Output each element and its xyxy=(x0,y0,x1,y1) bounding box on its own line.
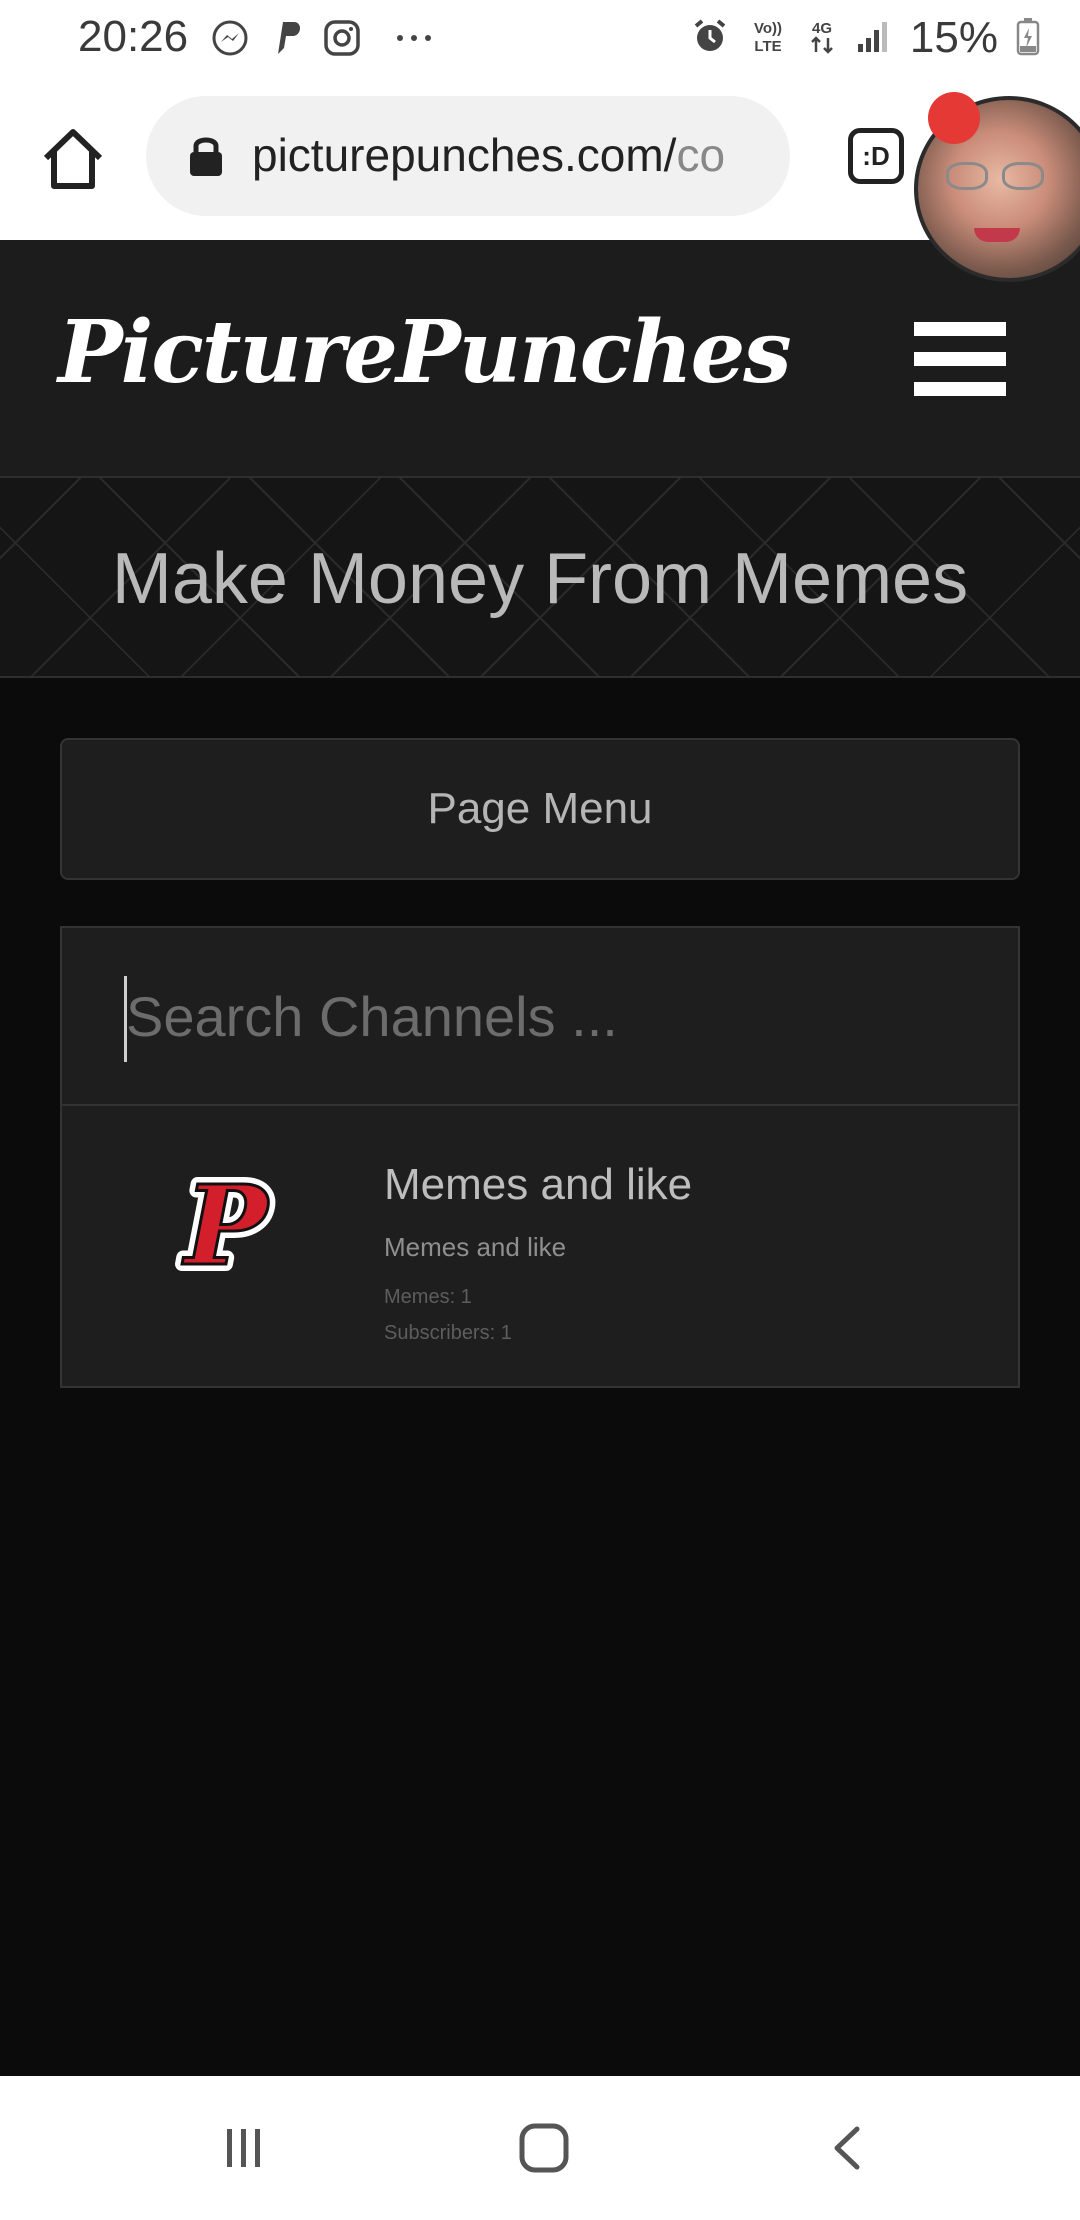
channel-title[interactable]: Memes and like xyxy=(384,1160,692,1210)
address-bar[interactable]: picturepunches.com/co xyxy=(146,96,790,216)
channel-subscribers-count: Subscribers: 1 xyxy=(384,1322,512,1344)
signal-icon xyxy=(856,16,892,61)
system-nav-bar xyxy=(0,2076,1080,2220)
home-icon[interactable] xyxy=(514,2118,574,2178)
status-bar: 20:26 Vo)) LTE 4G 15% xyxy=(0,0,1080,76)
instagram-icon xyxy=(322,18,362,58)
url-main: picturepunches.com/ xyxy=(252,129,677,181)
back-icon[interactable] xyxy=(818,2118,878,2178)
svg-text:P: P xyxy=(182,1172,271,1284)
svg-text:Vo)): Vo)) xyxy=(754,20,782,37)
browser-home-icon[interactable] xyxy=(38,124,108,194)
avatar-eye-left xyxy=(946,162,988,190)
notification-badge xyxy=(928,92,980,144)
battery-icon xyxy=(1016,16,1040,61)
channel-description: Memes and like xyxy=(384,1232,567,1262)
more-dots-icon xyxy=(392,18,436,58)
avatar-mouth xyxy=(974,228,1020,242)
alarm-icon xyxy=(690,16,730,61)
4g-icon: 4G xyxy=(806,16,838,61)
svg-text:4G: 4G xyxy=(812,20,832,37)
url-text: picturepunches.com/co xyxy=(252,128,725,182)
page-title: Make Money From Memes xyxy=(111,539,969,619)
volte-icon: Vo)) LTE xyxy=(748,16,788,61)
messenger-icon xyxy=(210,18,250,58)
site-header: PicturePunches xyxy=(0,240,1080,478)
hamburger-menu-icon[interactable] xyxy=(914,322,1006,398)
channel-logo-icon: P P xyxy=(172,1154,280,1297)
avatar-eye-right xyxy=(1002,162,1044,190)
channel-search-card: P P Memes and like Memes and like Memes:… xyxy=(60,926,1020,1388)
channel-list-item[interactable]: P P Memes and like Memes and like Memes:… xyxy=(62,1106,1018,1386)
site-logo[interactable]: PicturePunches xyxy=(58,302,792,403)
channel-memes-count: Memes: 1 xyxy=(384,1286,472,1308)
lock-icon xyxy=(186,134,226,178)
page-menu-button[interactable]: Page Menu xyxy=(60,738,1020,880)
paypal-icon xyxy=(270,18,304,58)
text-cursor xyxy=(124,976,127,1062)
search-channels-input[interactable] xyxy=(62,928,1018,1104)
page-banner: Make Money From Memes xyxy=(0,478,1080,678)
url-fade: co xyxy=(676,129,726,181)
status-system-icons: Vo)) LTE 4G 15% xyxy=(690,12,1040,64)
recent-apps-icon[interactable] xyxy=(214,2118,274,2178)
status-time: 20:26 xyxy=(78,12,189,61)
battery-percent: 15% xyxy=(909,13,998,62)
tab-switcher-button[interactable]: :D xyxy=(848,128,904,184)
svg-text:LTE: LTE xyxy=(754,38,781,55)
